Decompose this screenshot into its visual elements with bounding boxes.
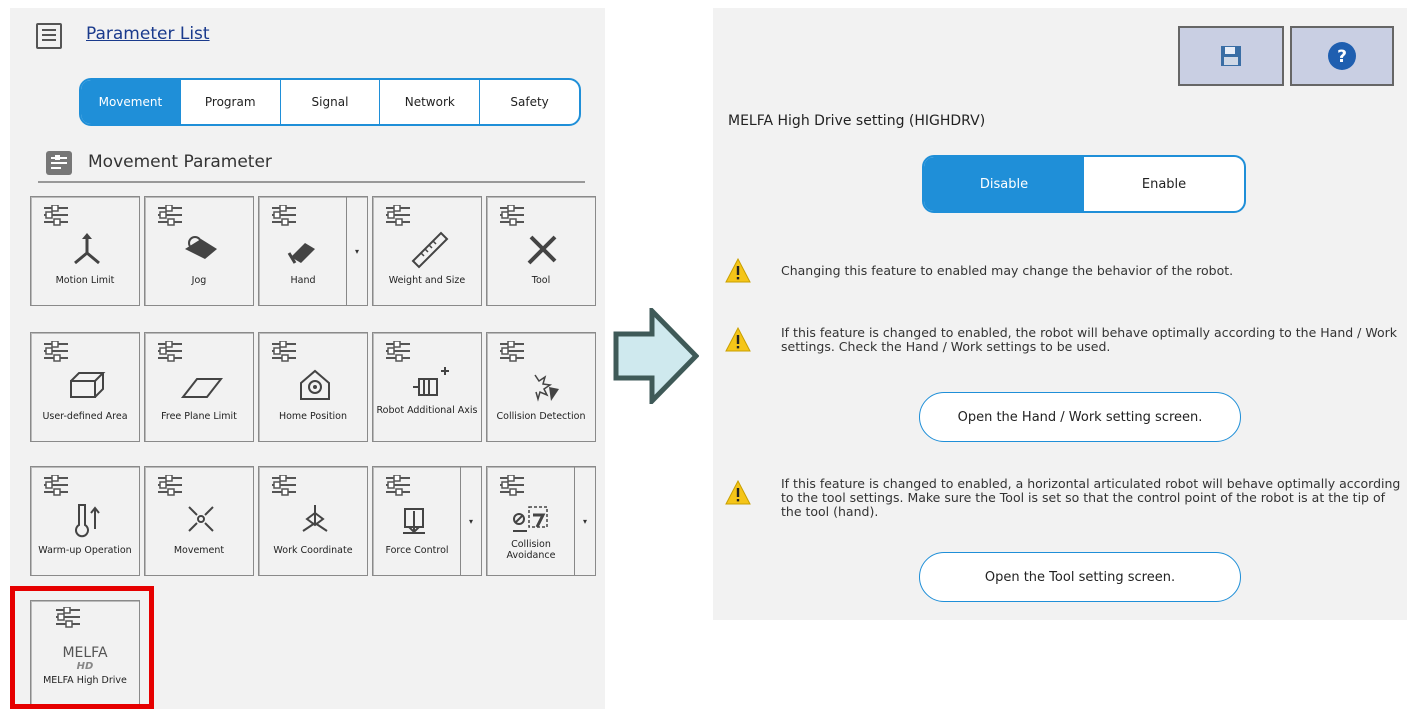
collision-avoidance-tile[interactable]: Collision Avoidance ▾ xyxy=(486,466,596,576)
sliders-icon xyxy=(271,475,297,497)
selection-highlight xyxy=(10,586,154,709)
tile-label: Collision Detection xyxy=(496,411,586,422)
home-position-tile[interactable]: Home Position xyxy=(258,332,368,442)
plane-icon xyxy=(180,378,223,398)
help-button[interactable]: ? xyxy=(1290,26,1394,86)
tile-label: Home Position xyxy=(278,411,348,422)
tab-program[interactable]: Program xyxy=(181,80,281,124)
section-title: Movement Parameter xyxy=(88,152,272,172)
sliders-icon xyxy=(499,341,525,363)
sliders-icon xyxy=(271,341,297,363)
axes-icon xyxy=(74,233,100,265)
gripper-icon xyxy=(287,243,315,264)
tile-label: Robot Additional Axis xyxy=(376,405,478,416)
sliders-icon xyxy=(157,475,183,497)
high-drive-toggle: Disable Enable xyxy=(922,155,1246,213)
sliders-icon xyxy=(385,205,411,227)
robot-additional-axis-tile[interactable]: Robot Additional Axis xyxy=(372,332,482,442)
ruler-icon xyxy=(411,231,449,269)
save-icon xyxy=(1221,46,1241,66)
chevron-down-icon[interactable]: ▾ xyxy=(460,467,481,575)
tab-signal[interactable]: Signal xyxy=(281,80,381,124)
chevron-down-icon[interactable]: ▾ xyxy=(574,467,595,575)
free-plane-limit-tile[interactable]: Free Plane Limit xyxy=(144,332,254,442)
enable-option[interactable]: Enable xyxy=(1084,157,1244,211)
tile-label: Warm-up Operation xyxy=(38,545,132,556)
tile-label: User-defined Area xyxy=(42,411,128,422)
category-tabs: Movement Program Signal Network Safety xyxy=(79,78,581,126)
tab-safety[interactable]: Safety xyxy=(480,80,579,124)
coordinate-icon xyxy=(302,505,328,532)
expand-arrows-icon xyxy=(188,506,214,532)
sliders-icon xyxy=(43,205,69,227)
tile-label: Hand xyxy=(290,275,316,286)
sliders-icon xyxy=(157,341,183,363)
force-control-tile[interactable]: Force Control ▾ xyxy=(372,466,482,576)
warning-text-3: If this feature is changed to enabled, a… xyxy=(781,476,1401,519)
sliders-icon xyxy=(499,205,525,227)
wrench-screwdriver-icon xyxy=(527,235,557,265)
collision-icon xyxy=(534,374,559,402)
weight-size-tile[interactable]: Weight and Size xyxy=(372,196,482,306)
tile-label: Motion Limit xyxy=(55,275,115,286)
sliders-icon xyxy=(385,475,411,497)
tile-label: Free Plane Limit xyxy=(161,411,237,422)
sliders-icon xyxy=(271,205,297,227)
list-icon xyxy=(36,23,62,49)
tab-network[interactable]: Network xyxy=(380,80,481,124)
open-tool-settings-button[interactable]: Open the Tool setting screen. xyxy=(919,552,1241,602)
sliders-icon xyxy=(385,341,411,363)
tile-label: Movement xyxy=(173,545,225,556)
section-divider xyxy=(38,181,585,183)
warning-icon xyxy=(725,327,751,352)
motion-limit-tile[interactable]: Motion Limit xyxy=(30,196,140,306)
jog-tile[interactable]: Jog xyxy=(144,196,254,306)
sliders-icon xyxy=(43,475,69,497)
high-drive-setting-panel xyxy=(713,8,1407,620)
open-hand-work-settings-button[interactable]: Open the Hand / Work setting screen. xyxy=(919,392,1241,442)
help-icon: ? xyxy=(1328,42,1356,70)
parameter-list-link[interactable]: Parameter List xyxy=(86,24,210,44)
tool-tile[interactable]: Tool xyxy=(486,196,596,306)
avoidance-icon xyxy=(513,506,548,532)
home-icon xyxy=(300,369,330,400)
work-coordinate-tile[interactable]: Work Coordinate xyxy=(258,466,368,576)
box-area-icon xyxy=(70,372,106,398)
force-icon xyxy=(403,508,425,534)
collision-detection-tile[interactable]: Collision Detection xyxy=(486,332,596,442)
disable-option[interactable]: Disable xyxy=(924,157,1084,211)
thermometer-icon xyxy=(75,504,100,538)
warning-text-2: If this feature is changed to enabled, t… xyxy=(781,325,1397,354)
user-defined-area-tile[interactable]: User-defined Area xyxy=(30,332,140,442)
movement-tile[interactable]: Movement xyxy=(144,466,254,576)
setting-title: MELFA High Drive setting (HIGHDRV) xyxy=(728,113,986,129)
sliders-icon xyxy=(157,205,183,227)
warning-text-1: Changing this feature to enabled may cha… xyxy=(781,263,1234,278)
tile-label: Force Control xyxy=(385,545,449,556)
arrow-right-icon xyxy=(613,308,699,404)
warm-up-operation-tile[interactable]: Warm-up Operation xyxy=(30,466,140,576)
warning-icon xyxy=(725,480,751,505)
sliders-icon xyxy=(43,341,69,363)
tile-label: Work Coordinate xyxy=(273,545,353,556)
hand-tile[interactable]: Hand ▾ xyxy=(258,196,368,306)
tile-label: Tool xyxy=(531,275,551,286)
jog-hand-icon xyxy=(185,236,217,259)
sliders-icon xyxy=(499,475,525,497)
tile-label: Weight and Size xyxy=(388,275,466,286)
svg-text:?: ? xyxy=(1337,47,1347,67)
save-button[interactable] xyxy=(1178,26,1284,86)
tab-movement[interactable]: Movement xyxy=(81,80,181,124)
chevron-down-icon[interactable]: ▾ xyxy=(346,197,367,305)
warning-icon xyxy=(725,258,751,283)
axis-plus-icon xyxy=(413,367,449,396)
tile-label: Jog xyxy=(191,275,207,286)
tile-label: Collision Avoidance xyxy=(506,539,556,561)
movement-parameter-icon xyxy=(46,151,72,175)
